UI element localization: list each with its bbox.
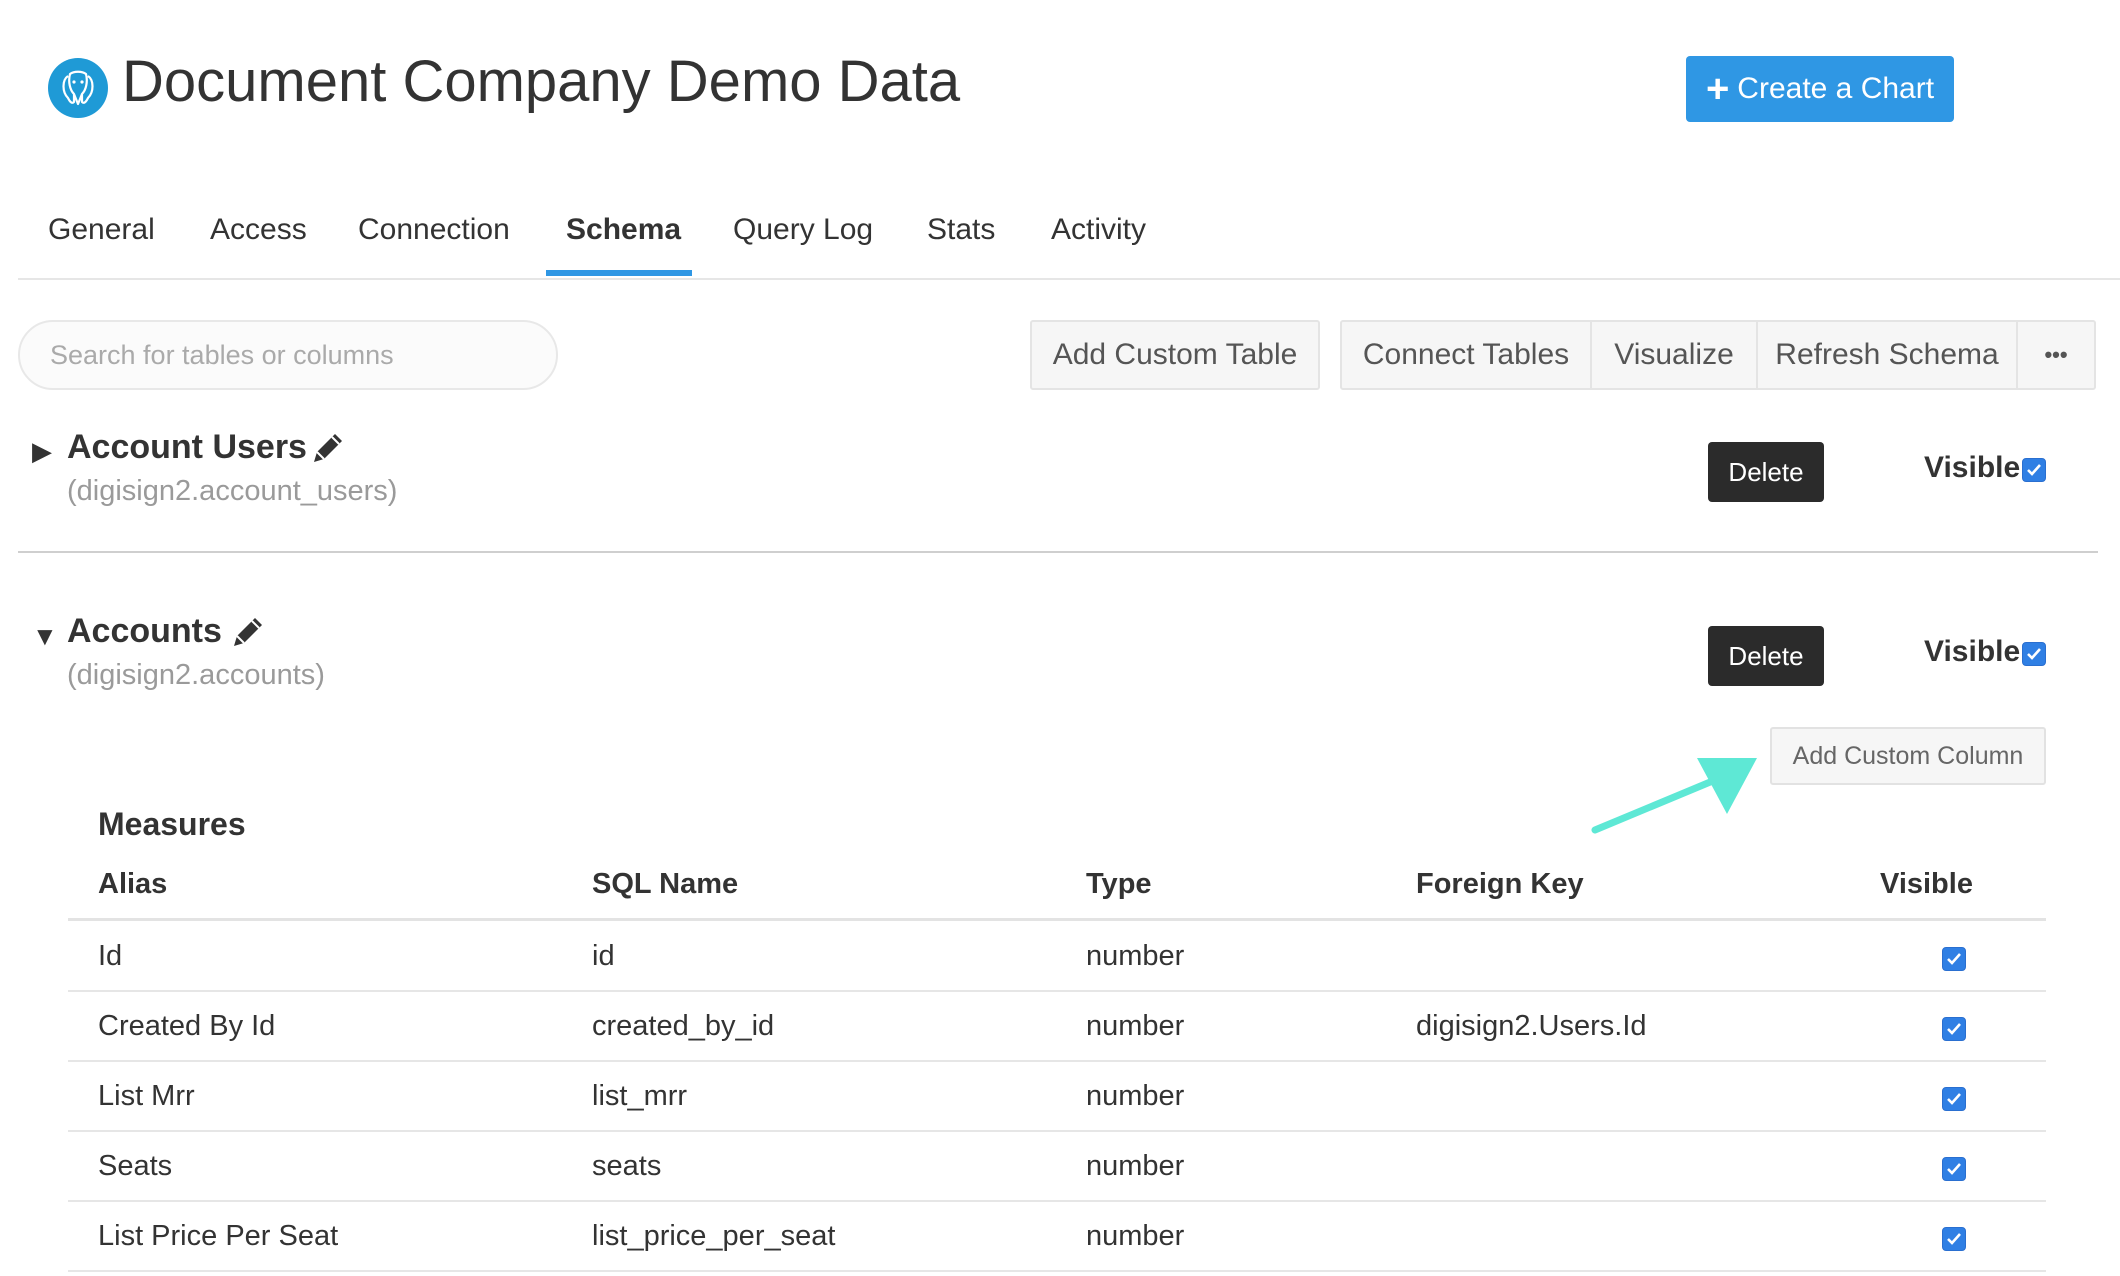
plus-icon: +: [1705, 67, 1730, 111]
tab-activity[interactable]: Activity: [1051, 208, 1146, 280]
connect-tables-button[interactable]: Connect Tables: [1340, 320, 1592, 390]
refresh-schema-button[interactable]: Refresh Schema: [1756, 320, 2018, 390]
visualize-button[interactable]: Visualize: [1590, 320, 1758, 390]
table-row: List Price Per Seat list_price_per_seat …: [68, 1202, 2046, 1272]
column-header-alias: Alias: [98, 868, 168, 900]
column-header-foreign-key: Foreign Key: [1416, 868, 1584, 900]
alias-cell: List Price Per Seat: [98, 1220, 339, 1252]
table-sql-name: (digisign2.accounts): [67, 659, 325, 691]
type-cell: number: [1086, 1080, 1185, 1112]
tab-stats[interactable]: Stats: [927, 208, 995, 280]
edit-pencil-icon[interactable]: [228, 612, 268, 652]
expand-caret-icon[interactable]: ▶: [32, 436, 52, 467]
sql-name-cell: created_by_id: [592, 1010, 775, 1042]
visible-checkbox[interactable]: [2022, 458, 2046, 482]
tab-query-log[interactable]: Query Log: [733, 208, 873, 280]
column-header-sql-name: SQL Name: [592, 868, 739, 900]
page-title: Document Company Demo Data: [122, 49, 961, 114]
create-chart-label: Create a Chart: [1737, 72, 1935, 105]
tab-access[interactable]: Access: [210, 208, 307, 280]
table-row: List Mrr list_mrr number: [68, 1062, 2046, 1132]
table-sql-name: (digisign2.account_users): [67, 475, 398, 507]
header-divider: [68, 918, 2046, 921]
type-cell: number: [1086, 1150, 1185, 1182]
foreign-key-cell: digisign2.Users.Id: [1416, 1010, 1647, 1042]
column-visible-checkbox[interactable]: [1942, 1227, 1966, 1251]
table-row: Seats seats number: [68, 1132, 2046, 1202]
tab-general[interactable]: General: [48, 208, 155, 280]
collapse-caret-icon[interactable]: ▼: [32, 621, 58, 652]
active-tab-indicator: [546, 270, 692, 276]
checkmark-icon: [2027, 464, 2041, 476]
section-divider: [18, 551, 2098, 553]
checkmark-icon: [1947, 1163, 1961, 1175]
visible-checkbox[interactable]: [2022, 642, 2046, 666]
alias-cell: Id: [98, 940, 123, 972]
checkmark-icon: [1947, 1093, 1961, 1105]
checkmark-icon: [2027, 648, 2041, 660]
sql-name-cell: seats: [592, 1150, 662, 1182]
table-row: Created By Id created_by_id number digis…: [68, 992, 2046, 1062]
column-visible-checkbox[interactable]: [1942, 947, 1966, 971]
type-cell: number: [1086, 940, 1185, 972]
postgres-elephant-icon: [48, 58, 108, 118]
pointer-arrow-icon: [1591, 758, 1757, 834]
column-visible-checkbox[interactable]: [1942, 1157, 1966, 1181]
delete-table-button[interactable]: Delete: [1708, 626, 1824, 686]
measures-title: Measures: [98, 806, 246, 842]
schema-page: Document Company Demo Data + Create a Ch…: [0, 0, 2120, 1276]
edit-pencil-icon[interactable]: [308, 428, 348, 468]
add-custom-column-button[interactable]: Add Custom Column: [1770, 727, 2046, 785]
visible-label: Visible: [1924, 451, 2021, 484]
column-header-type: Type: [1086, 868, 1152, 900]
type-cell: number: [1086, 1220, 1185, 1252]
tab-bar: General Access Connection Schema Query L…: [18, 208, 2120, 280]
add-custom-table-button[interactable]: Add Custom Table: [1030, 320, 1320, 390]
create-chart-button[interactable]: + Create a Chart: [1686, 56, 1954, 122]
visible-label: Visible: [1924, 635, 2021, 668]
delete-table-button[interactable]: Delete: [1708, 442, 1824, 502]
type-cell: number: [1086, 1010, 1185, 1042]
checkmark-icon: [1947, 1233, 1961, 1245]
checkmark-icon: [1947, 953, 1961, 965]
column-header-visible: Visible: [1880, 868, 1973, 900]
column-visible-checkbox[interactable]: [1942, 1087, 1966, 1111]
sql-name-cell: id: [592, 940, 615, 972]
checkmark-icon: [1947, 1023, 1961, 1035]
sql-name-cell: list_price_per_seat: [592, 1220, 836, 1252]
sql-name-cell: list_mrr: [592, 1080, 688, 1112]
tab-connection[interactable]: Connection: [358, 208, 510, 280]
alias-cell: Seats: [98, 1150, 173, 1182]
search-input[interactable]: [18, 320, 558, 390]
more-options-button[interactable]: •••: [2016, 320, 2096, 390]
alias-cell: Created By Id: [98, 1010, 276, 1042]
column-visible-checkbox[interactable]: [1942, 1017, 1966, 1041]
table-name: Account Users: [67, 428, 307, 466]
table-row: Id id number: [68, 922, 2046, 992]
table-name: Accounts: [67, 612, 222, 650]
alias-cell: List Mrr: [98, 1080, 195, 1112]
